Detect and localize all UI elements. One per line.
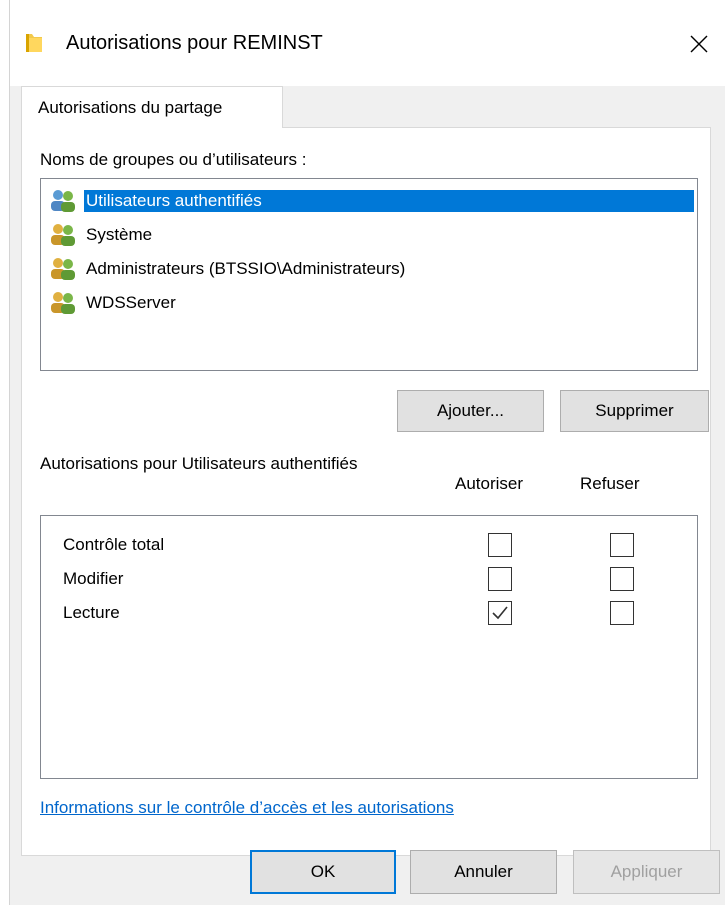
allow-checkbox[interactable] [488,567,512,591]
close-icon [690,35,708,53]
group-label: WDSServer [86,293,176,312]
groups-listbox[interactable]: Utilisateurs authentifiés Système Admini… [40,178,698,371]
cancel-button[interactable]: Annuler [410,850,557,894]
folder-icon [26,34,42,52]
checkmark-icon [492,606,508,620]
allow-column-header: Autoriser [455,474,524,493]
close-button[interactable] [676,22,722,66]
groups-label: Noms de groupes ou d’utilisateurs : [40,150,307,169]
allow-checkbox[interactable] [488,601,512,625]
permission-name: Lecture [63,603,120,622]
remove-button[interactable]: Supprimer [560,390,709,432]
group-label: Administrateurs (BTSSIO\Administrateurs) [86,259,406,278]
permissions-list: Contrôle total Modifier Lecture [40,515,698,779]
add-button[interactable]: Ajouter... [397,390,544,432]
users-group-icon [51,190,75,212]
allow-checkbox[interactable] [488,533,512,557]
deny-column-header: Refuser [580,474,640,493]
group-label: Utilisateurs authentifiés [84,190,694,212]
window-title: Autorisations pour REMINST [66,32,323,54]
window-left-edge [0,0,10,905]
permission-row-full-control: Contrôle total [63,528,683,562]
permission-name: Modifier [63,569,124,588]
list-item-group[interactable]: Système [48,219,694,251]
users-group-icon [51,292,75,314]
deny-checkbox[interactable] [610,567,634,591]
deny-checkbox[interactable] [610,533,634,557]
users-group-icon [51,258,75,280]
permission-row-read: Lecture [63,596,683,630]
apply-button[interactable]: Appliquer [573,850,720,894]
permission-name: Contrôle total [63,535,165,554]
list-item-group[interactable]: Administrateurs (BTSSIO\Administrateurs) [48,253,694,285]
permissions-label: Autorisations pour Utilisateurs authenti… [40,454,358,473]
list-item-group[interactable]: WDSServer [48,287,694,319]
list-item-group[interactable]: Utilisateurs authentifiés [48,185,694,217]
tab-label: Autorisations du partage [38,97,223,117]
access-control-info-link[interactable]: Informations sur le contrôle d’accès et … [40,796,454,820]
group-label: Système [86,225,153,244]
users-group-icon [51,224,75,246]
ok-button[interactable]: OK [250,850,396,894]
permission-row-modify: Modifier [63,562,683,596]
tab-share-permissions[interactable]: Autorisations du partage [21,86,283,128]
deny-checkbox[interactable] [610,601,634,625]
